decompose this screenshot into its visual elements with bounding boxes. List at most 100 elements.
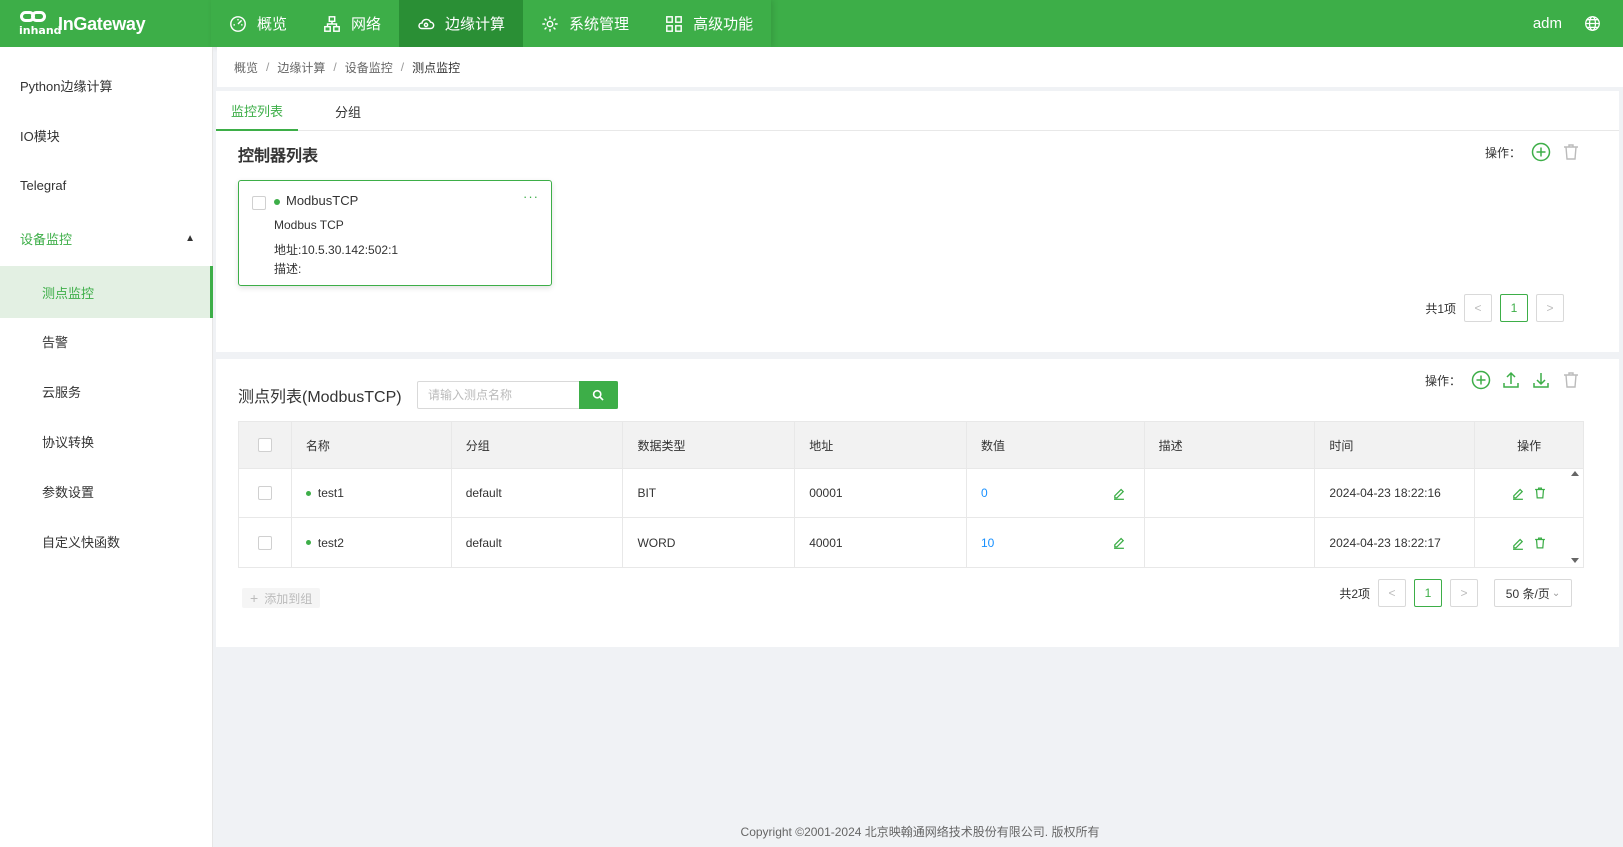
scroll-up-icon[interactable] bbox=[1571, 471, 1579, 476]
points-panel: 测点列表(ModbusTCP) 操作： 名称 分组 数据类型 地址 数值 描述 … bbox=[216, 359, 1619, 647]
delete-icon[interactable] bbox=[1561, 142, 1581, 162]
table-header-row: 名称 分组 数据类型 地址 数值 描述 时间 操作 bbox=[239, 422, 1583, 469]
controller-card[interactable]: ModbusTCP ··· Modbus TCP 地址:10.5.30.142:… bbox=[238, 180, 552, 286]
page-size-select[interactable]: 50 条/页 ⌄ bbox=[1494, 579, 1572, 607]
table-row: test2 default WORD 40001 10 2024-04-23 1… bbox=[239, 518, 1583, 567]
actions-cell bbox=[1475, 518, 1583, 567]
controller-checkbox[interactable] bbox=[252, 196, 266, 210]
sidebar-item-alarm[interactable]: 告警 bbox=[0, 315, 213, 367]
sidebar-item-telegraf[interactable]: Telegraf bbox=[0, 159, 213, 211]
tabs-bar: 监控列表 分组 bbox=[216, 91, 1619, 131]
row-checkbox-cell bbox=[239, 469, 292, 517]
next-page-button[interactable]: > bbox=[1450, 579, 1478, 607]
edit-icon[interactable] bbox=[1112, 535, 1126, 549]
copyright-footer: Copyright ©2001-2024 北京映翰通网络技术股份有限公司. 版权… bbox=[740, 825, 1100, 839]
topnav-label: 边缘计算 bbox=[445, 16, 506, 33]
add-circle-icon[interactable] bbox=[1531, 142, 1551, 162]
sidebar-item-protocol-convert[interactable]: 协议转换 bbox=[0, 415, 213, 467]
points-ops: 操作： bbox=[1425, 370, 1581, 390]
topnav-network[interactable]: 网络 bbox=[305, 0, 399, 47]
top-right: adm bbox=[1533, 0, 1623, 47]
globe-icon[interactable] bbox=[1584, 15, 1601, 32]
topnav-overview[interactable]: 概览 bbox=[211, 0, 305, 47]
column-header: 分组 bbox=[452, 422, 624, 468]
sidebar-item-device-monitor[interactable]: 设备监控 ▲ bbox=[0, 212, 213, 264]
add-circle-icon[interactable] bbox=[1471, 370, 1491, 390]
row-checkbox[interactable] bbox=[257, 535, 272, 550]
type-cell: BIT bbox=[623, 469, 796, 517]
sidebar-item-label: 自定义快函数 bbox=[42, 534, 121, 550]
prev-page-button[interactable]: < bbox=[1464, 294, 1492, 322]
value-cell: 10 bbox=[967, 518, 1145, 567]
more-icon[interactable]: ··· bbox=[523, 189, 539, 204]
breadcrumb-item[interactable]: 边缘计算 bbox=[277, 59, 325, 76]
sidebar-item-label: 设备监控 bbox=[20, 231, 73, 247]
scroll-down-icon[interactable] bbox=[1571, 558, 1579, 563]
sidebar-item-custom-func[interactable]: 自定义快函数 bbox=[0, 515, 213, 567]
column-header: 名称 bbox=[292, 422, 452, 468]
desc-cell bbox=[1145, 518, 1316, 567]
search-button[interactable] bbox=[579, 381, 618, 409]
status-dot bbox=[305, 490, 311, 496]
breadcrumb: 概览 / 边缘计算 / 设备监控 / 测点监控 bbox=[217, 47, 1623, 87]
tab-monitor-list[interactable]: 监控列表 bbox=[216, 91, 299, 131]
sidebar-item-params[interactable]: 参数设置 bbox=[0, 465, 213, 517]
gear-icon bbox=[542, 15, 558, 32]
add-to-group-button[interactable]: + 添加到组 bbox=[242, 588, 321, 608]
topnav-advanced[interactable]: 高级功能 bbox=[647, 0, 771, 47]
logo[interactable]: inhand InGateway bbox=[18, 8, 146, 40]
add-to-group-label: 添加到组 bbox=[264, 591, 313, 606]
row-checkbox[interactable] bbox=[257, 486, 272, 500]
table-scrollbar[interactable] bbox=[1571, 471, 1581, 563]
sidebar-item-io[interactable]: IO模块 bbox=[0, 109, 213, 161]
tab-group[interactable]: 分组 bbox=[320, 91, 376, 131]
status-dot bbox=[305, 540, 311, 545]
delete-icon[interactable] bbox=[1533, 486, 1547, 500]
page-size-value: 50 条/页 bbox=[1505, 586, 1550, 601]
top-bar: inhand InGateway 概览 网络 边缘计算 系统管理 高级功能 ad… bbox=[0, 0, 1623, 47]
delete-icon[interactable] bbox=[1533, 536, 1547, 550]
sidebar-item-label: Python边缘计算 bbox=[20, 78, 113, 94]
edit-icon[interactable] bbox=[1511, 536, 1525, 550]
delete-icon[interactable] bbox=[1561, 370, 1581, 390]
controller-address: 地址:10.5.30.142:502:1 bbox=[274, 243, 399, 257]
chevron-up-icon: ▲ bbox=[185, 232, 195, 244]
time-cell: 2024-04-23 18:22:16 bbox=[1315, 469, 1476, 517]
value-cell: 0 bbox=[967, 469, 1145, 517]
actions-cell bbox=[1475, 469, 1583, 517]
points-list-title: 测点列表(ModbusTCP) bbox=[238, 389, 402, 406]
sidebar-item-cloud-service[interactable]: 云服务 bbox=[0, 365, 213, 417]
type-cell: WORD bbox=[623, 518, 796, 567]
chevron-down-icon: ⌄ bbox=[1551, 587, 1561, 599]
edit-icon[interactable] bbox=[1112, 486, 1126, 500]
prev-page-button[interactable]: < bbox=[1378, 579, 1406, 607]
point-name: test1 bbox=[317, 486, 344, 500]
sidebar-item-label: 协议转换 bbox=[42, 434, 95, 450]
breadcrumb-item[interactable]: 设备监控 bbox=[345, 59, 393, 76]
row-checkbox-cell bbox=[239, 518, 292, 567]
ops-label: 操作： bbox=[1484, 145, 1521, 160]
topnav-label: 高级功能 bbox=[693, 16, 754, 33]
breadcrumb-item[interactable]: 概览 bbox=[234, 59, 258, 76]
user-menu[interactable]: adm bbox=[1533, 15, 1562, 32]
page-button[interactable]: 1 bbox=[1500, 294, 1528, 322]
edit-icon[interactable] bbox=[1511, 486, 1525, 500]
upload-icon[interactable] bbox=[1501, 370, 1521, 390]
select-all-checkbox[interactable] bbox=[257, 438, 272, 452]
logo-mark: inhand bbox=[18, 9, 62, 39]
topnav-label: 概览 bbox=[257, 16, 288, 33]
sidebar-item-python[interactable]: Python边缘计算 bbox=[0, 59, 213, 111]
status-dot bbox=[274, 199, 280, 205]
download-icon[interactable] bbox=[1531, 370, 1551, 390]
topnav-edge-computing[interactable]: 边缘计算 bbox=[399, 0, 524, 47]
sidebar-item-label: 云服务 bbox=[42, 384, 82, 400]
sidebar: Python边缘计算 IO模块 Telegraf 设备监控 ▲ 测点监控 告警 … bbox=[0, 47, 213, 847]
topnav-system[interactable]: 系统管理 bbox=[523, 0, 647, 47]
page-button[interactable]: 1 bbox=[1414, 579, 1442, 607]
controller-name: ModbusTCP bbox=[286, 193, 359, 208]
sidebar-item-point-monitor[interactable]: 测点监控 bbox=[0, 266, 213, 318]
group-cell: default bbox=[452, 518, 624, 567]
sidebar-item-label: Telegraf bbox=[20, 177, 67, 193]
next-page-button[interactable]: > bbox=[1536, 294, 1564, 322]
grid-icon bbox=[666, 15, 682, 32]
